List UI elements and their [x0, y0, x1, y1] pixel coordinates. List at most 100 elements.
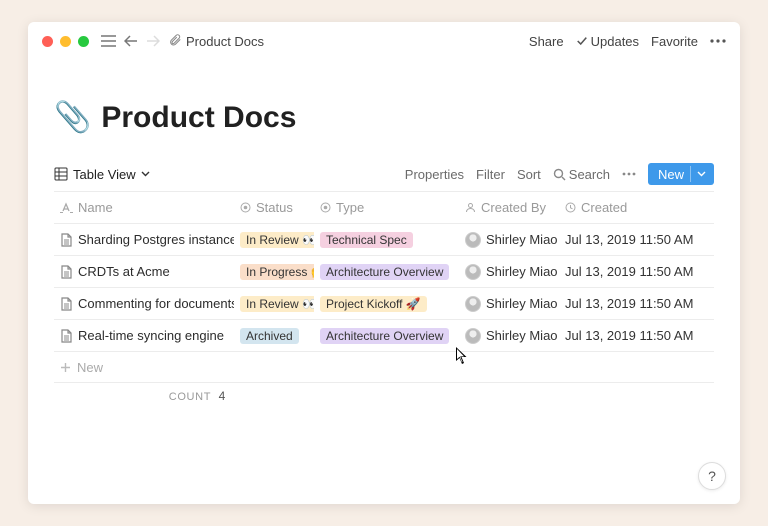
maximize-window-button[interactable]	[78, 36, 89, 47]
search-label: Search	[569, 167, 610, 182]
status-pill: In Review 👀	[240, 296, 314, 312]
page-icon	[60, 265, 73, 279]
updates-button[interactable]: Updates	[576, 34, 639, 49]
cell-type[interactable]: Architecture Overview	[314, 259, 459, 285]
cell-name[interactable]: Sharding Postgres instances	[54, 227, 234, 252]
cell-name[interactable]: Commenting for documents	[54, 291, 234, 316]
cell-created[interactable]: Jul 13, 2019 11:50 AM	[559, 323, 709, 348]
database-toolbar: Table View Properties Filter Sort Search…	[54, 163, 714, 191]
avatar	[465, 264, 481, 280]
select-icon	[320, 202, 331, 213]
count-value: 4	[219, 389, 226, 403]
page-icon	[60, 233, 73, 247]
toolbar-more-button[interactable]	[622, 172, 636, 176]
cell-name[interactable]: Real-time syncing engine	[54, 323, 234, 348]
share-button[interactable]: Share	[529, 34, 564, 49]
column-type-label: Type	[336, 200, 364, 215]
count-cell[interactable]: COUNT 4	[54, 389, 234, 403]
table-row[interactable]: Real-time syncing engine Archived Architec…	[54, 319, 714, 351]
view-selector[interactable]: Table View	[54, 167, 150, 182]
filter-button[interactable]: Filter	[476, 167, 505, 182]
clock-icon	[565, 202, 576, 213]
column-name-label: Name	[78, 200, 113, 215]
database-table: Name Status Type Created By Created	[54, 191, 714, 403]
new-button-label: New	[658, 167, 684, 182]
cell-status[interactable]: In Review 👀	[234, 291, 314, 317]
person-icon	[465, 202, 476, 213]
column-created-by-label: Created By	[481, 200, 546, 215]
type-pill: Project Kickoff 🚀	[320, 296, 427, 312]
cell-name[interactable]: CRDTs at Acme	[54, 259, 234, 284]
status-pill: Archived	[240, 328, 299, 344]
table-row[interactable]: Sharding Postgres instances In Review 👀 Te…	[54, 223, 714, 255]
cell-status[interactable]: In Progress 🙌	[234, 259, 314, 285]
created-by-name: Shirley Miao	[486, 296, 558, 311]
search-icon	[553, 168, 566, 181]
column-status[interactable]: Status	[234, 195, 314, 220]
table-icon	[54, 167, 68, 181]
new-button[interactable]: New	[648, 163, 714, 185]
app-window: Product Docs Share Updates Favorite 📎 Pr…	[28, 22, 740, 504]
cell-type[interactable]: Architecture Overview	[314, 323, 459, 349]
new-row-button[interactable]: New	[54, 351, 714, 383]
cell-status[interactable]: In Review 👀	[234, 227, 314, 253]
table-header: Name Status Type Created By Created	[54, 191, 714, 223]
status-pill: In Review 👀	[240, 232, 314, 248]
ellipsis-icon	[622, 172, 636, 176]
paperclip-icon	[168, 33, 182, 50]
sort-button[interactable]: Sort	[517, 167, 541, 182]
type-pill: Architecture Overview	[320, 328, 449, 344]
favorite-button[interactable]: Favorite	[651, 34, 698, 49]
titlebar: Product Docs Share Updates Favorite	[28, 22, 740, 60]
breadcrumb[interactable]: Product Docs	[168, 33, 264, 50]
status-pill: In Progress 🙌	[240, 264, 314, 280]
select-icon	[240, 202, 251, 213]
search-button[interactable]: Search	[553, 167, 610, 182]
cell-created-by[interactable]: Shirley Miao	[459, 323, 559, 349]
table-row[interactable]: CRDTs at Acme In Progress 🙌Architecture O…	[54, 255, 714, 287]
cell-created[interactable]: Jul 13, 2019 11:50 AM	[559, 291, 709, 316]
breadcrumb-label: Product Docs	[186, 34, 264, 49]
properties-button[interactable]: Properties	[405, 167, 464, 182]
close-window-button[interactable]	[42, 36, 53, 47]
created-by-name: Shirley Miao	[486, 264, 558, 279]
page-content: 📎 Product Docs Table View Properties Fil…	[28, 60, 740, 403]
cell-type[interactable]: Project Kickoff 🚀	[314, 291, 459, 317]
more-menu-button[interactable]	[710, 39, 726, 43]
help-button[interactable]: ?	[698, 462, 726, 490]
page-icon[interactable]: 📎	[54, 100, 91, 135]
avatar	[465, 232, 481, 248]
count-row: COUNT 4	[54, 389, 714, 403]
column-created-by[interactable]: Created By	[459, 195, 559, 220]
cell-created-by[interactable]: Shirley Miao	[459, 259, 559, 285]
avatar	[465, 296, 481, 312]
page-title[interactable]: Product Docs	[101, 101, 296, 135]
back-button[interactable]	[124, 35, 138, 47]
type-pill: Technical Spec	[320, 232, 413, 248]
column-name[interactable]: Name	[54, 195, 234, 220]
ellipsis-icon	[710, 39, 726, 43]
count-label: COUNT	[169, 391, 211, 403]
cell-created-by[interactable]: Shirley Miao	[459, 227, 559, 253]
cell-type[interactable]: Technical Spec	[314, 227, 459, 253]
divider	[690, 166, 691, 182]
forward-button[interactable]	[146, 35, 160, 47]
avatar	[465, 328, 481, 344]
window-controls	[42, 36, 89, 47]
chevron-down-icon	[141, 171, 150, 177]
column-created[interactable]: Created	[559, 195, 709, 220]
cell-status[interactable]: Archived	[234, 323, 314, 349]
column-type[interactable]: Type	[314, 195, 459, 220]
hamburger-icon[interactable]	[101, 35, 116, 47]
table-row[interactable]: Commenting for documents In Review 👀 Proje…	[54, 287, 714, 319]
chevron-down-icon	[697, 171, 706, 177]
column-status-label: Status	[256, 200, 293, 215]
page-icon	[60, 329, 73, 343]
column-created-label: Created	[581, 200, 627, 215]
cell-created-by[interactable]: Shirley Miao	[459, 291, 559, 317]
plus-icon	[60, 362, 71, 373]
minimize-window-button[interactable]	[60, 36, 71, 47]
cell-created[interactable]: Jul 13, 2019 11:50 AM	[559, 227, 709, 252]
view-label: Table View	[73, 167, 136, 182]
cell-created[interactable]: Jul 13, 2019 11:50 AM	[559, 259, 709, 284]
